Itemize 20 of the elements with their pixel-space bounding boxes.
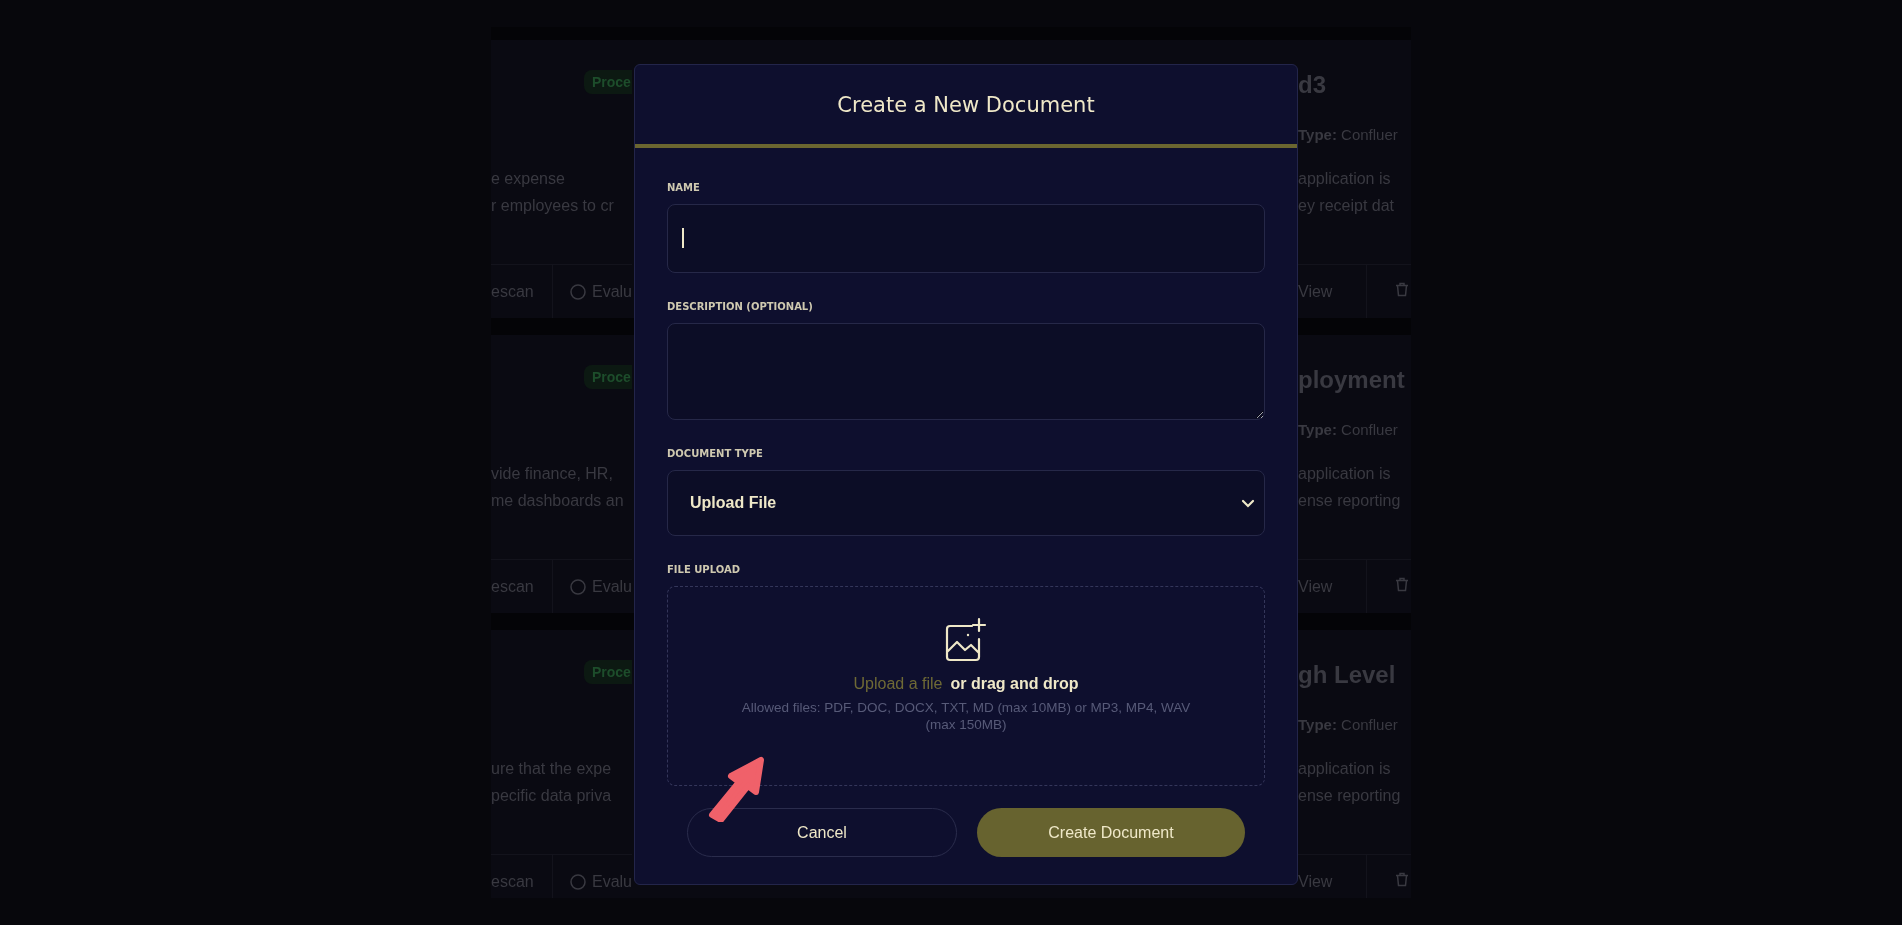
upload-link[interactable]: Upload a file bbox=[853, 675, 943, 693]
trash-icon[interactable] bbox=[1395, 872, 1409, 887]
image-plus-icon bbox=[944, 617, 988, 663]
create-document-button[interactable]: Create Document bbox=[977, 808, 1245, 857]
circle-icon bbox=[569, 578, 586, 595]
field-label: DOCUMENT TYPE bbox=[667, 448, 763, 460]
name-field[interactable] bbox=[667, 204, 1265, 273]
document-type-select[interactable]: Upload File bbox=[667, 470, 1265, 536]
dialog-title: Create a New Document bbox=[837, 92, 1095, 117]
field-label: NAME bbox=[667, 182, 700, 194]
trash-icon[interactable] bbox=[1395, 577, 1409, 592]
allowed-files-hint: Allowed files: PDF, DOC, DOCX, TXT, MD (max 10MB) or MP3, MP4, WAV (max 150MB) bbox=[740, 699, 1192, 733]
field-label: DESCRIPTION (OPTIONAL) bbox=[667, 301, 813, 313]
field-label: FILE UPLOAD bbox=[667, 564, 740, 576]
circle-icon bbox=[569, 873, 586, 890]
drag-drop-text: or drag and drop bbox=[950, 675, 1079, 693]
description-field[interactable] bbox=[667, 323, 1265, 420]
trash-icon[interactable] bbox=[1395, 282, 1409, 297]
circle-icon bbox=[569, 283, 586, 300]
pointer-arrow bbox=[706, 756, 764, 822]
